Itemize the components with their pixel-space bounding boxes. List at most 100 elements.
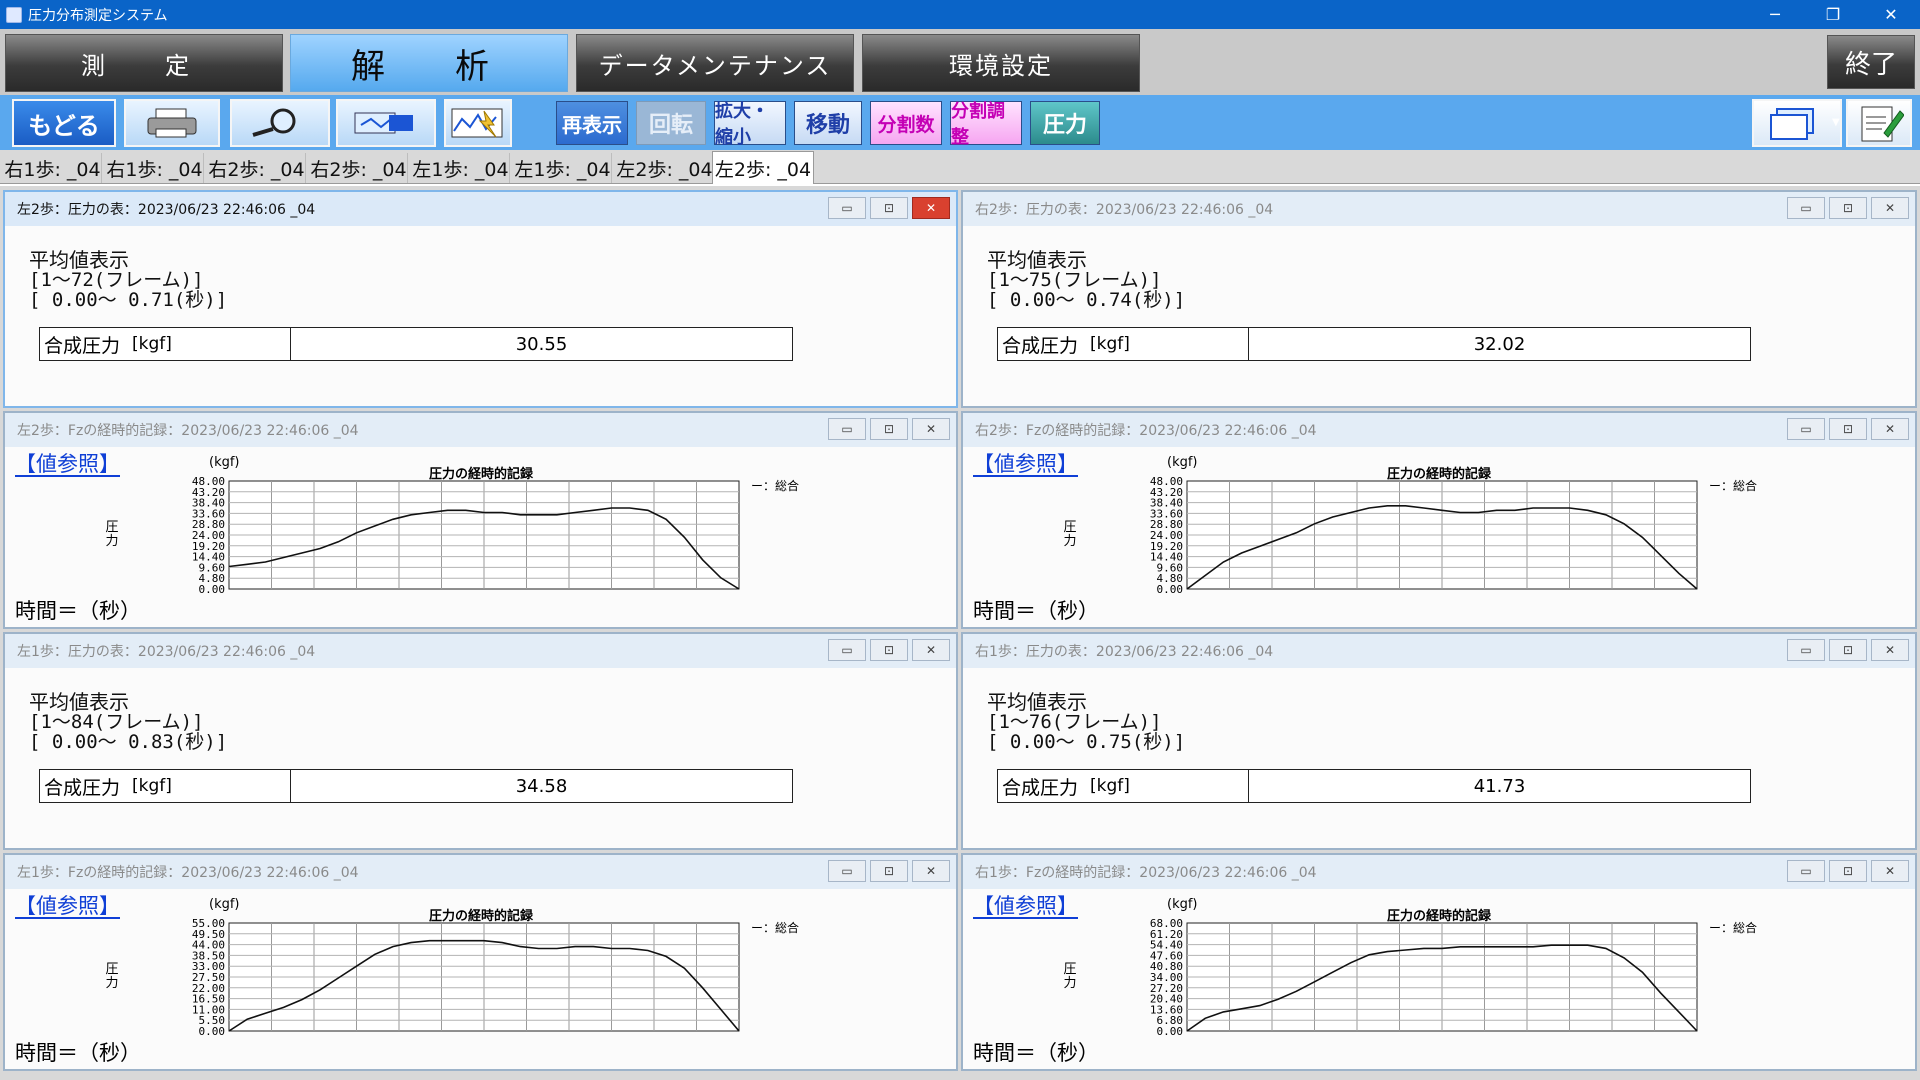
panel-title: 左2歩：圧力の表：2023/06/23 22:46:06 _04 [5, 192, 956, 226]
panel-maximize-button[interactable]: ⊡ [870, 197, 908, 219]
panel-close-button[interactable]: ✕ [912, 639, 950, 661]
mdi-area: 左2歩：圧力の表：2023/06/23 22:46:06 _04 ▭ ⊡ ✕ 平均値… [0, 186, 1920, 1080]
waveform-icon [451, 108, 503, 138]
report-edit-icon [1861, 106, 1904, 142]
division-count-button[interactable]: 分割数 [870, 101, 942, 145]
magnifier-icon [252, 108, 296, 137]
panel-left1-table[interactable]: 左1歩：圧力の表：2023/06/23 22:46:06 _04 ▭ ⊡ ✕ 平均値… [3, 632, 958, 850]
mode-bar: 測 定 解 析 データメンテナンス 環境設定 終了 [0, 29, 1920, 95]
time-range: [ 0.00〜 0.83(秒)] [29, 731, 228, 753]
frame-range: [1〜84(フレーム)] [29, 711, 204, 733]
composite-value: 34.58 [515, 775, 568, 797]
data-tab-4[interactable]: 右2歩: _04 [310, 153, 408, 183]
panel-maximize-button[interactable]: ⊡ [870, 639, 908, 661]
composite-label: 合成圧力 [44, 776, 121, 799]
search-button[interactable] [230, 99, 330, 147]
frame-range: [1〜75(フレーム)] [987, 269, 1162, 291]
composite-label: 合成圧力 [1002, 776, 1079, 799]
panel-right1-chart[interactable]: 右1歩：Fzの経時的記録：2023/06/23 22:46:06 _04 ▭ ⊡ ✕… [961, 853, 1917, 1071]
average-title: 平均値表示 [987, 248, 1087, 272]
data-tab-5[interactable]: 左1歩: _04 [412, 153, 510, 183]
fz-chart: 48.0043.2038.4033.6028.8024.0019.2014.40… [1150, 475, 1698, 596]
panel-maximize-button[interactable]: ⊡ [1829, 197, 1867, 219]
data-tab-3[interactable]: 右2歩: _04 [208, 153, 306, 183]
pressure-button[interactable]: 圧力 [1030, 101, 1100, 145]
report-button[interactable] [1846, 99, 1912, 147]
panel-close-button[interactable]: ✕ [1871, 639, 1909, 661]
pressure-table: 合成圧力 [kgf] 30.55 [39, 327, 793, 361]
y-tick-label: 0.00 [1157, 583, 1184, 596]
back-button[interactable]: もどる [12, 99, 116, 147]
fz-chart: 68.0061.2054.4047.6040.8034.0027.2020.40… [1150, 917, 1698, 1038]
panel-close-button[interactable]: ✕ [1871, 197, 1909, 219]
window-title: 圧力分布測定システム [28, 7, 168, 24]
app-icon [6, 6, 22, 23]
average-title: 平均値表示 [29, 248, 129, 272]
move-button[interactable]: 移動 [794, 101, 862, 145]
tab-settings[interactable]: 環境設定 [862, 34, 1140, 92]
toolbar: もどる 再表示 回転 拡大・縮小 移動 分割数 分割調整 圧力 ▼ [0, 95, 1920, 150]
panel-minimize-button[interactable]: ▭ [1787, 639, 1825, 661]
redraw-button[interactable]: 再表示 [556, 101, 628, 145]
printer-icon [147, 108, 197, 138]
panel-left2-table[interactable]: 左2歩：圧力の表：2023/06/23 22:46:06 _04 ▭ ⊡ ✕ 平均値… [3, 190, 958, 408]
print-button[interactable] [124, 99, 220, 147]
tab-data-maintenance[interactable]: データメンテナンス [576, 34, 854, 92]
composite-label: 合成圧力 [44, 334, 121, 357]
time-range: [ 0.00〜 0.75(秒)] [987, 731, 1186, 753]
export-button[interactable] [336, 99, 436, 147]
layout-dropdown-icon[interactable]: ▼ [1832, 117, 1840, 128]
rotate-button[interactable]: 回転 [636, 101, 706, 145]
average-info: 平均値表示 [1〜76(フレーム)] [ 0.00〜 0.75(秒)] [987, 692, 1185, 752]
panel-right2-chart[interactable]: 右2歩：Fzの経時的記録：2023/06/23 22:46:06 _04 ▭ ⊡ ✕… [961, 411, 1917, 629]
windows-icon [1770, 108, 1814, 140]
data-tabs: 右1歩: _04 右1歩: _04 右2歩: _04 右2歩: _04 左1歩:… [0, 150, 1920, 184]
exit-button[interactable]: 終了 [1827, 35, 1915, 89]
average-info: 平均値表示 [1〜72(フレーム)] [ 0.00〜 0.71(秒)] [29, 250, 227, 310]
zoom-button[interactable]: 拡大・縮小 [714, 101, 786, 148]
restore-button[interactable]: ❐ [1804, 0, 1862, 29]
data-tab-2[interactable]: 右1歩: _04 [106, 153, 204, 183]
close-window-button[interactable]: ✕ [1862, 0, 1920, 29]
panel-maximize-button[interactable]: ⊡ [1829, 639, 1867, 661]
pressure-table: 合成圧力 [kgf] 32.02 [997, 327, 1751, 361]
time-range: [ 0.00〜 0.74(秒)] [987, 289, 1186, 311]
fz-chart: 48.0043.2038.4033.6028.8024.0019.2014.40… [192, 475, 740, 596]
pressure-table: 合成圧力 [kgf] 41.73 [997, 769, 1751, 803]
waveform-button[interactable] [444, 99, 512, 147]
panel-title: 右1歩：圧力の表：2023/06/23 22:46:06 _04 [963, 634, 1915, 668]
time-range: [ 0.00〜 0.71(秒)] [29, 289, 228, 311]
y-tick-label: 0.00 [199, 583, 226, 596]
frame-range: [1〜72(フレーム)] [29, 269, 204, 291]
panel-left2-chart[interactable]: 左2歩：Fzの経時的記録：2023/06/23 22:46:06 _04 ▭ ⊡ ✕… [3, 411, 958, 629]
tab-measure[interactable]: 測 定 [5, 34, 283, 92]
panel-right2-table[interactable]: 右2歩：圧力の表：2023/06/23 22:46:06 _04 ▭ ⊡ ✕ 平均値… [961, 190, 1917, 408]
average-info: 平均値表示 [1〜75(フレーム)] [ 0.00〜 0.74(秒)] [987, 250, 1185, 310]
average-info: 平均値表示 [1〜84(フレーム)] [ 0.00〜 0.83(秒)] [29, 692, 227, 752]
tab-analyze[interactable]: 解 析 [290, 34, 568, 92]
composite-value: 30.55 [515, 333, 568, 355]
division-adjust-button[interactable]: 分割調整 [950, 101, 1022, 148]
panel-left1-chart[interactable]: 左1歩：Fzの経時的記録：2023/06/23 22:46:06 _04 ▭ ⊡ ✕… [3, 853, 958, 1071]
fz-chart: 55.0049.5044.0038.5033.0027.5022.0016.50… [192, 917, 740, 1038]
data-tab-1[interactable]: 右1歩: _04 [4, 153, 102, 183]
average-title: 平均値表示 [29, 690, 129, 714]
minimize-button[interactable]: ─ [1746, 0, 1804, 29]
unit-label: [kgf] [132, 776, 172, 796]
panel-right1-table[interactable]: 右1歩：圧力の表：2023/06/23 22:46:06 _04 ▭ ⊡ ✕ 平均値… [961, 632, 1917, 850]
data-tab-6[interactable]: 左1歩: _04 [514, 153, 612, 183]
window-layout-button[interactable] [1752, 99, 1842, 147]
y-tick-label: 0.00 [199, 1025, 226, 1038]
title-bar: 圧力分布測定システム ─ ❐ ✕ [0, 0, 1920, 29]
data-tab-8[interactable]: 左2歩: _04 [712, 151, 814, 184]
composite-value: 41.73 [1473, 775, 1526, 797]
data-tab-7[interactable]: 左2歩: _04 [616, 153, 714, 183]
unit-label: [kgf] [1090, 776, 1130, 796]
y-tick-label: 0.00 [1157, 1025, 1184, 1038]
panel-minimize-button[interactable]: ▭ [828, 639, 866, 661]
panel-minimize-button[interactable]: ▭ [1787, 197, 1825, 219]
panel-close-button[interactable]: ✕ [912, 197, 950, 219]
export-icon [354, 112, 413, 134]
panel-minimize-button[interactable]: ▭ [828, 197, 866, 219]
unit-label: [kgf] [132, 334, 172, 354]
